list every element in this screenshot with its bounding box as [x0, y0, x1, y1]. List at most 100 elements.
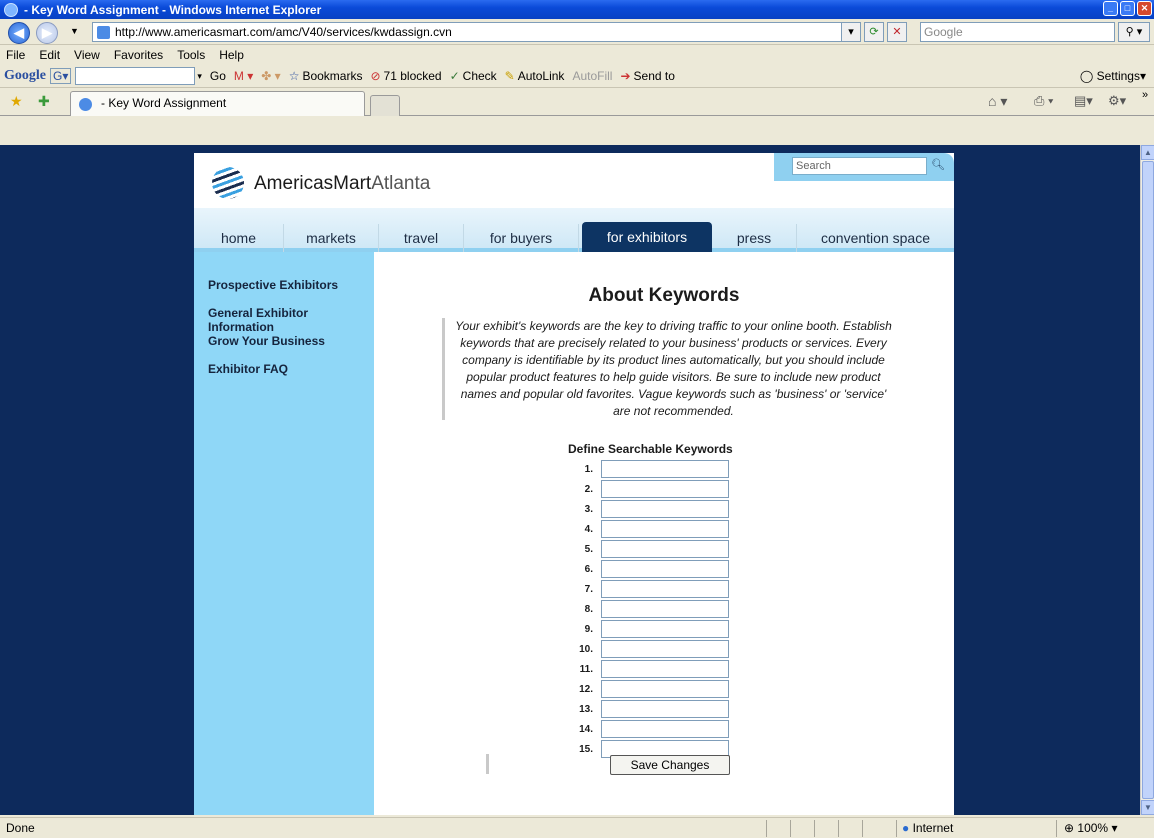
keyword-input[interactable]	[601, 640, 729, 658]
sidebar-item-general-exhibitor-information[interactable]: General Exhibitor Information	[208, 306, 374, 334]
google-logo: Google	[4, 68, 46, 83]
bookmarks-star-icon: ☆	[288, 69, 300, 83]
sidebar-item-prospective-exhibitors[interactable]: Prospective Exhibitors	[208, 278, 338, 292]
popups-blocked[interactable]: 71 blocked	[384, 69, 442, 83]
search-icon[interactable]: ⚲ ▾	[1118, 22, 1150, 42]
save-button[interactable]: Save Changes	[610, 755, 730, 775]
recent-pages-dropdown[interactable]: ▼	[70, 26, 79, 36]
stop-icon[interactable]: ✕	[887, 22, 907, 42]
autofill-button[interactable]: AutoFill	[572, 69, 612, 83]
keyword-input[interactable]	[601, 680, 729, 698]
popup-blocker-icon: ⊘	[370, 69, 381, 83]
google-search-input[interactable]	[75, 67, 196, 85]
site-logo[interactable]: AmericasMartAtlanta	[254, 173, 430, 195]
keyword-input[interactable]	[601, 520, 729, 538]
nav-home[interactable]: home	[194, 224, 284, 252]
add-favorites-icon[interactable]: ✚	[38, 93, 50, 110]
nav-press[interactable]: press	[712, 224, 797, 252]
keyword-input[interactable]	[601, 580, 729, 598]
maximize-button[interactable]: □	[1120, 1, 1135, 16]
keyword-input[interactable]	[601, 540, 729, 558]
keyword-row: 2.	[574, 480, 729, 498]
page-menu-icon[interactable]: ▤▾	[1074, 93, 1093, 109]
nav-markets[interactable]: markets	[284, 224, 379, 252]
nav-travel[interactable]: travel	[379, 224, 464, 252]
new-tab-button[interactable]	[370, 95, 400, 116]
keyword-number: 1.	[584, 463, 593, 475]
google-toolbar: Google G▾ ▾ Go M ▾ ✤ ▾ ☆ Bookmarks ⊘ 71 …	[0, 65, 1154, 88]
back-button[interactable]: ◀	[8, 22, 30, 44]
menu-help[interactable]: Help	[219, 48, 244, 62]
keyword-input[interactable]	[601, 500, 729, 518]
google-search-dropdown[interactable]: ▾	[197, 71, 202, 82]
menu-edit[interactable]: Edit	[39, 48, 60, 62]
keyword-input[interactable]	[601, 480, 729, 498]
keyword-row: 6.	[574, 560, 729, 578]
zoom-icon: ⊕	[1064, 821, 1075, 835]
security-zone[interactable]: ● Internet	[902, 821, 953, 835]
forward-button[interactable]: ▶	[36, 22, 58, 44]
nav-convention-space[interactable]: convention space	[797, 224, 954, 252]
favorites-star-icon[interactable]: ★	[10, 93, 23, 110]
page-title: About Keywords	[588, 285, 740, 306]
keyword-number: 4.	[584, 523, 593, 535]
keyword-number: 2.	[584, 483, 593, 495]
go-button[interactable]: Go	[210, 69, 226, 83]
settings-button[interactable]: ◯ Settings▾	[1080, 69, 1146, 83]
minimize-button[interactable]: _	[1103, 1, 1118, 16]
scroll-down-arrow[interactable]: ▼	[1141, 800, 1154, 815]
sidebar-item-grow-your-business[interactable]: Grow Your Business	[208, 334, 325, 348]
autolink-button[interactable]: AutoLink	[518, 69, 565, 83]
print-icon[interactable]: ⎙ ▾	[1034, 93, 1053, 109]
menu-tools[interactable]: Tools	[177, 48, 205, 62]
google-g-icon[interactable]: G▾	[50, 68, 72, 84]
tab-key-word-assignment[interactable]: - Key Word Assignment	[70, 91, 365, 116]
keyword-input[interactable]	[601, 720, 729, 738]
nav-for-buyers[interactable]: for buyers	[464, 224, 579, 252]
nav-for-exhibitors[interactable]: for exhibitors	[582, 222, 712, 252]
site-search-input[interactable]: Search	[792, 157, 927, 175]
main-content: About Keywords Your exhibit's keywords a…	[374, 252, 954, 815]
menu-favorites[interactable]: Favorites	[114, 48, 163, 62]
keyword-input[interactable]	[601, 660, 729, 678]
address-bar[interactable]: http://www.americasmart.com/amc/V40/serv…	[92, 22, 861, 42]
search-icon[interactable]: 🔍︎	[930, 157, 946, 173]
keyword-row: 10.	[574, 640, 729, 658]
keyword-row: 9.	[574, 620, 729, 638]
keyword-input[interactable]	[601, 600, 729, 618]
keyword-row: 4.	[574, 520, 729, 538]
sidebar-item-exhibitor-faq[interactable]: Exhibitor FAQ	[208, 362, 288, 376]
sidebar: Prospective Exhibitors General Exhibitor…	[194, 252, 374, 815]
gmail-icon[interactable]: M ▾	[234, 69, 253, 83]
site-header: AmericasMartAtlanta Search 🔍︎	[194, 153, 954, 208]
keyword-row: 12.	[574, 680, 729, 698]
americasmart-logo-icon[interactable]	[212, 167, 244, 199]
sendto-button[interactable]: Send to	[634, 69, 675, 83]
scroll-up-arrow[interactable]: ▲	[1141, 145, 1154, 160]
keyword-row: 7.	[574, 580, 729, 598]
keyword-number: 10.	[579, 643, 593, 655]
scroll-thumb[interactable]	[1142, 161, 1154, 799]
keyword-number: 6.	[584, 563, 593, 575]
home-icon[interactable]: ⌂ ▾	[988, 93, 1007, 110]
refresh-icon[interactable]: ⟳	[864, 22, 884, 42]
keyword-input[interactable]	[601, 460, 729, 478]
keyword-row: 14.	[574, 720, 729, 738]
check-button[interactable]: Check	[463, 69, 497, 83]
tools-gear-icon[interactable]: ⚙▾	[1108, 93, 1126, 109]
close-button[interactable]: ✕	[1137, 1, 1152, 16]
menu-view[interactable]: View	[74, 48, 100, 62]
keyword-input[interactable]	[601, 700, 729, 718]
ie-icon	[4, 2, 18, 17]
address-dropdown[interactable]: ▾	[841, 22, 861, 42]
keyword-input[interactable]	[601, 560, 729, 578]
keyword-row: 1.	[574, 460, 729, 478]
bookmarks-button[interactable]: Bookmarks	[302, 69, 362, 83]
puzzle-icon[interactable]: ✤ ▾	[261, 69, 280, 83]
more-chevron-icon[interactable]: »	[1142, 89, 1148, 101]
search-input[interactable]: Google	[920, 22, 1115, 42]
vertical-scrollbar[interactable]: ▲ ▼	[1140, 145, 1154, 815]
menu-file[interactable]: File	[6, 48, 25, 62]
keyword-input[interactable]	[601, 620, 729, 638]
zoom-level[interactable]: ⊕ 100% ▾	[1064, 821, 1117, 835]
